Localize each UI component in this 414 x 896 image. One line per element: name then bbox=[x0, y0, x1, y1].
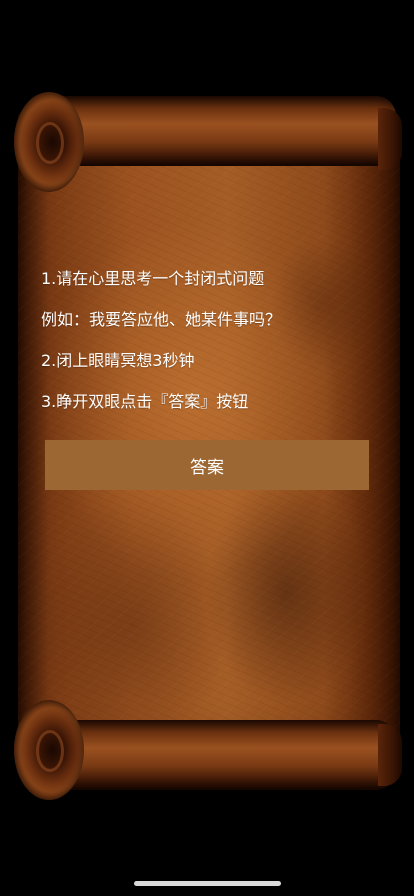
instruction-example: 例如：我要答应他、她某件事吗？ bbox=[41, 310, 282, 329]
home-indicator[interactable] bbox=[134, 881, 281, 886]
scroll-bottom-roll-end bbox=[14, 700, 84, 800]
scroll-top-roll-end bbox=[14, 92, 84, 192]
scroll-bottom-roll-cap bbox=[378, 724, 402, 786]
instruction-step-1: 1.请在心里思考一个封闭式问题 bbox=[41, 269, 265, 288]
instruction-step-3: 3.睁开双眼点击『答案』按钮 bbox=[41, 392, 249, 411]
answer-button[interactable]: 答案 bbox=[45, 440, 369, 490]
parchment-scroll bbox=[18, 112, 400, 752]
instructions-list: 1.请在心里思考一个封闭式问题 例如：我要答应他、她某件事吗？ 2.闭上眼睛冥想… bbox=[41, 266, 381, 430]
instruction-step-2: 2.闭上眼睛冥想3秒钟 bbox=[41, 351, 195, 370]
app-screen: 1.请在心里思考一个封闭式问题 例如：我要答应他、她某件事吗？ 2.闭上眼睛冥想… bbox=[0, 0, 414, 896]
scroll-top-roll-cap bbox=[378, 108, 402, 170]
